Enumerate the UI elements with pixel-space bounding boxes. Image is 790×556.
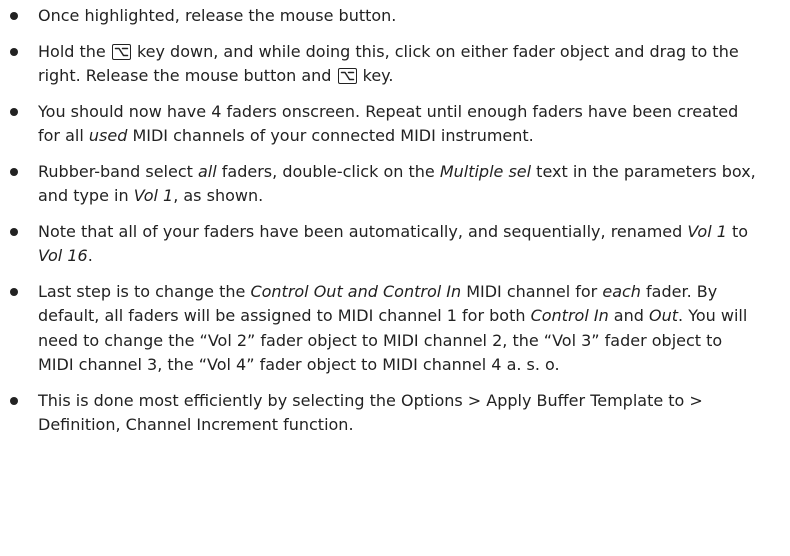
- item-text: and: [608, 306, 649, 325]
- list-item: Rubber-band select all faders, double-cl…: [8, 160, 760, 209]
- item-text: .: [87, 246, 93, 265]
- option-key-icon: [337, 68, 357, 84]
- bullet-dot: [10, 396, 18, 405]
- emphasis-text: Vol 16: [38, 246, 88, 265]
- item-text: Once highlighted, release the mouse butt…: [38, 6, 397, 25]
- item-text: faders, double-click on the: [216, 161, 440, 181]
- list-item: Hold the key down, and while doing this,…: [8, 40, 760, 89]
- document-page: Once highlighted, release the mouse butt…: [0, 0, 790, 556]
- bullet-dot: [10, 107, 18, 116]
- item-text: to: [726, 221, 749, 241]
- bullet-dot: [10, 287, 18, 296]
- item-text: key.: [357, 66, 394, 85]
- emphasis-text: Multiple sel: [439, 161, 532, 181]
- item-text: MIDI channels of your connected MIDI ins…: [127, 126, 534, 145]
- bullet-dot: [10, 12, 18, 20]
- emphasis-text: Control Out and Control In: [250, 281, 462, 301]
- list-item: This is done most efficiently by selecti…: [8, 389, 760, 438]
- emphasis-text: Vol 1: [133, 186, 174, 205]
- emphasis-text: Vol 1: [687, 221, 727, 241]
- emphasis-text: Out: [649, 306, 679, 325]
- item-text: MIDI channel for: [461, 281, 603, 301]
- emphasis-text: used: [88, 126, 128, 145]
- emphasis-text: all: [198, 161, 217, 181]
- bullet-dot: [10, 47, 18, 56]
- bullet-dot: [10, 227, 18, 236]
- list-item: Once highlighted, release the mouse butt…: [8, 4, 760, 29]
- item-text: Last step is to change the: [38, 281, 251, 301]
- item-text: , as shown.: [173, 186, 264, 205]
- list-item: Note that all of your faders have been a…: [8, 220, 760, 269]
- list-item: Last step is to change the Control Out a…: [8, 280, 760, 378]
- instruction-list: Once highlighted, release the mouse butt…: [8, 4, 760, 438]
- list-item: You should now have 4 faders onscreen. R…: [8, 100, 760, 149]
- option-key-icon: [111, 43, 131, 60]
- item-text: Rubber-band select: [38, 161, 198, 181]
- item-text: Note that all of your faders have been a…: [38, 221, 688, 241]
- emphasis-text: Control In: [530, 306, 609, 325]
- emphasis-text: each: [602, 281, 641, 301]
- item-text: Hold the: [38, 41, 111, 61]
- item-text: This is done most efficiently by selecti…: [38, 390, 703, 435]
- bullet-dot: [10, 167, 18, 176]
